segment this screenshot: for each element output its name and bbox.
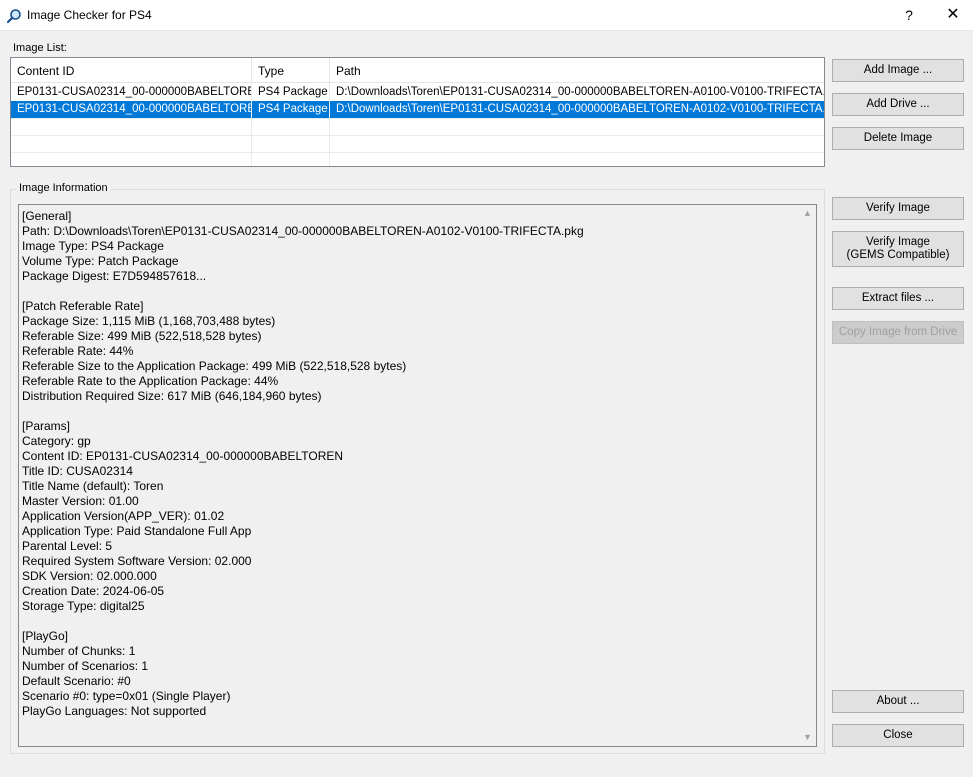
info-line: Number of Scenarios: 1 [22,659,149,673]
close-button[interactable]: Close [832,724,964,747]
info-line: Package Digest: E7D594857618... [22,269,207,283]
info-line: Creation Date: 2024-06-05 [22,584,165,598]
title-bar: Image Checker for PS4 ? ✕ [0,0,973,31]
column-header-content-id[interactable]: Content ID [11,58,252,83]
info-line: [Params] [22,419,71,433]
image-information-label: Image Information [16,182,111,194]
cell-type: PS4 Package [258,103,328,115]
image-list-header: Content ID Type Path [11,58,824,83]
grid-line [11,152,824,153]
window-title: Image Checker for PS4 [27,8,152,22]
info-line: PlayGo Languages: Not supported [22,704,207,718]
grid-line [11,118,824,119]
add-image-button[interactable]: Add Image ... [832,59,964,82]
cell-type: PS4 Package [258,86,328,98]
info-line: Package Size: 1,115 MiB (1,168,703,488 b… [22,314,276,328]
table-row-selected[interactable]: EP0131-CUSA02314_00-000000BABELTOREN PS4… [11,101,824,118]
info-line: Application Type: Paid Standalone Full A… [22,524,252,538]
extract-files-button[interactable]: Extract files ... [832,287,964,310]
info-line: SDK Version: 02.000.000 [22,569,157,583]
info-line: Required System Software Version: 02.000 [22,554,252,568]
info-line: Referable Size: 499 MiB (522,518,528 byt… [22,329,262,343]
info-line: Number of Chunks: 1 [22,644,136,658]
grid-line [329,83,330,166]
info-line: Title Name (default): Toren [22,479,164,493]
cell-content-id: EP0131-CUSA02314_00-000000BABELTOREN [17,103,252,115]
image-information-textbox[interactable]: [General] Path: D:\Downloads\Toren\EP0131… [18,204,817,747]
info-line: Path: D:\Downloads\Toren\EP0131-CUSA0231… [22,224,584,238]
about-button[interactable]: About ... [832,690,964,713]
info-line: Referable Rate to the Application Packag… [22,374,279,388]
info-line: Image Type: PS4 Package [22,239,164,253]
cell-content-id: EP0131-CUSA02314_00-000000BABELTOREN [17,86,252,98]
info-line: Referable Size to the Application Packag… [22,359,407,373]
verify-gems-label-line2: (GEMS Compatible) [846,249,950,261]
image-list[interactable]: Content ID Type Path EP0131-CUSA02314_00… [10,57,825,167]
info-line: Storage Type: digital25 [22,599,145,613]
info-line: [General] [22,209,72,223]
info-line: Scenario #0: type=0x01 (Single Player) [22,689,231,703]
info-line: Parental Level: 5 [22,539,113,553]
image-information-text: [General] Path: D:\Downloads\Toren\EP0131… [22,209,792,719]
info-line: Content ID: EP0131-CUSA02314_00-000000BA… [22,449,344,463]
scroll-up-arrow-icon[interactable]: ▲ [799,205,816,222]
cell-path: D:\Downloads\Toren\EP0131-CUSA02314_00-0… [336,86,824,98]
column-header-path[interactable]: Path [330,58,824,83]
grid-line [251,83,252,166]
column-header-type[interactable]: Type [252,58,330,83]
info-line: Title ID: CUSA02314 [22,464,133,478]
cell-path: D:\Downloads\Toren\EP0131-CUSA02314_00-0… [336,103,824,115]
info-line: [Patch Referable Rate] [22,299,144,313]
image-list-label: Image List: [13,42,67,54]
scroll-down-arrow-icon[interactable]: ▼ [799,729,816,746]
grid-line [11,135,824,136]
info-line: Referable Rate: 44% [22,344,134,358]
add-drive-button[interactable]: Add Drive ... [832,93,964,116]
copy-image-from-drive-button[interactable]: Copy Image from Drive [832,321,964,344]
info-line: Master Version: 01.00 [22,494,139,508]
info-line [22,614,792,629]
info-line: Default Scenario: #0 [22,674,131,688]
table-row[interactable]: EP0131-CUSA02314_00-000000BABELTOREN PS4… [11,84,824,101]
info-line: Category: gp [22,434,91,448]
verify-gems-label-line1: Verify Image [866,236,930,248]
info-line: [PlayGo] [22,629,69,643]
info-line: Distribution Required Size: 617 MiB (646… [22,389,322,403]
delete-image-button[interactable]: Delete Image [832,127,964,150]
info-line: Volume Type: Patch Package [22,254,179,268]
info-line: Application Version(APP_VER): 01.02 [22,509,225,523]
verify-image-button[interactable]: Verify Image [832,197,964,220]
info-line [22,284,792,299]
verify-image-gems-button[interactable]: Verify Image (GEMS Compatible) [832,231,964,267]
window-close-button[interactable]: ✕ [938,4,968,26]
magnifier-app-icon [6,9,21,24]
info-line [22,404,792,419]
vertical-scrollbar[interactable]: ▲ ▼ [799,205,816,746]
help-button[interactable]: ? [894,4,924,26]
